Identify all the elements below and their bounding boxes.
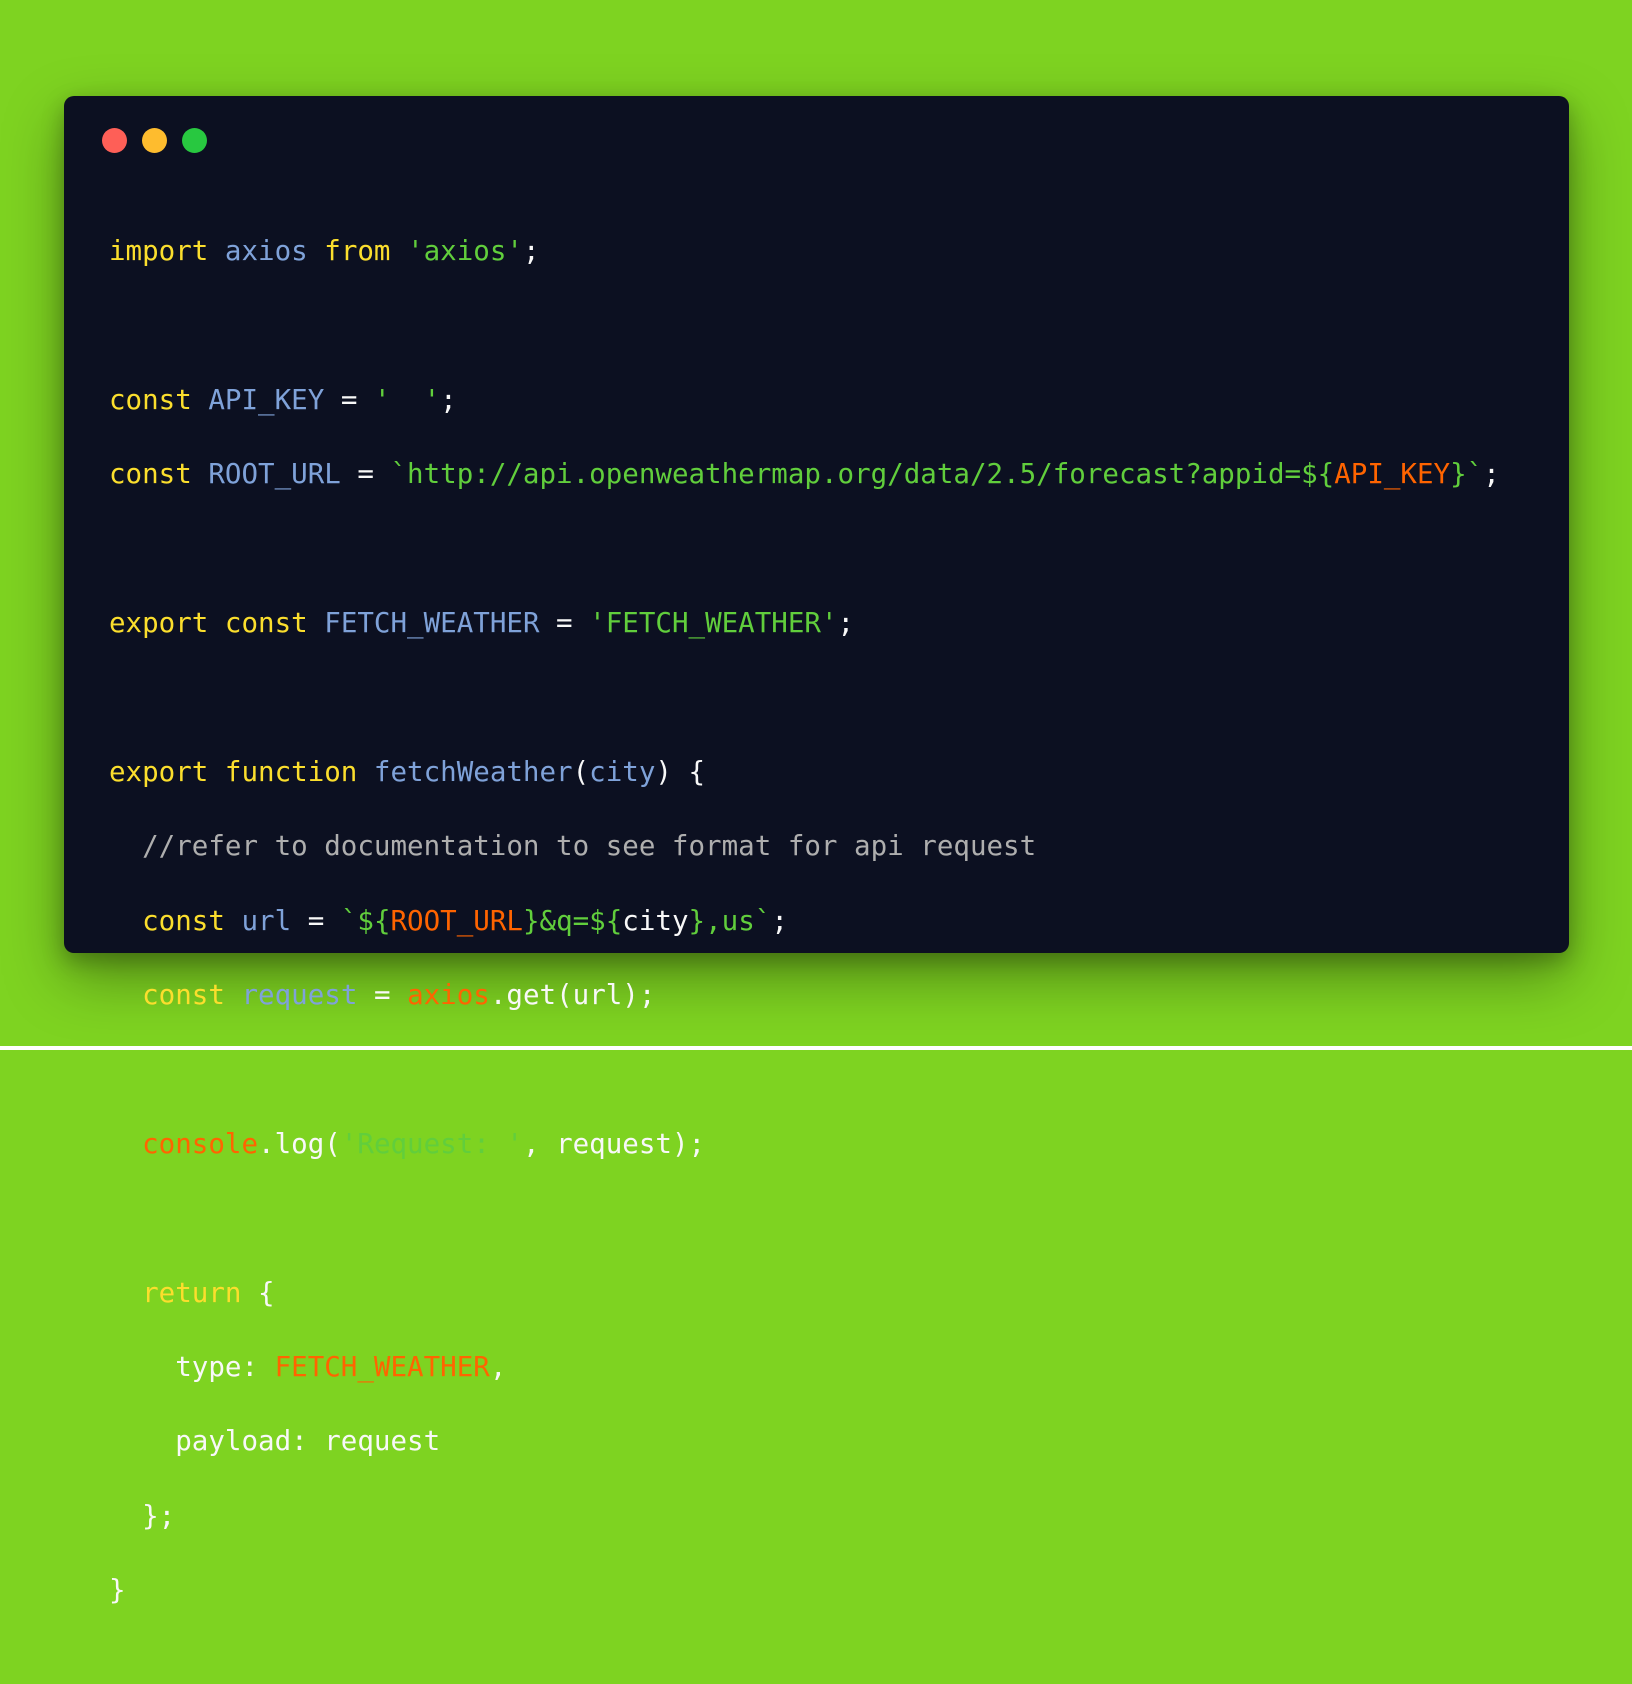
operator-token: =: [340, 458, 391, 491]
code-line-6: export const FETCH_WEATHER = 'FETCH_WEAT…: [109, 605, 1500, 642]
variable-token: API_KEY: [1334, 458, 1451, 491]
identifier-token: API_KEY: [208, 383, 325, 416]
code-line-19: }: [109, 1572, 1500, 1609]
function-name-token: fetchWeather: [373, 755, 573, 788]
variable-token: FETCH_WEATHER: [274, 1351, 490, 1384]
zoom-button[interactable]: [182, 128, 207, 153]
string-token: ' ': [373, 383, 441, 416]
punct-token: ;: [1483, 458, 1500, 491]
string-token: },us`: [688, 904, 772, 937]
string-token: }`: [1450, 458, 1484, 491]
punct-token: };: [142, 1499, 176, 1532]
keyword-token: const: [224, 607, 308, 640]
operator-token: =: [291, 904, 341, 937]
keyword-token: return: [142, 1276, 242, 1309]
identifier-token: request: [241, 979, 358, 1012]
keyword-token: function: [224, 755, 358, 788]
code-line-4: const ROOT_URL = `http://api.openweather…: [109, 456, 1500, 493]
keyword-token: const: [142, 904, 225, 937]
plain-token: , request);: [522, 1127, 706, 1160]
minimize-button[interactable]: [142, 128, 167, 153]
identifier-token: FETCH_WEATHER: [324, 607, 540, 640]
keyword-token: const: [109, 458, 192, 491]
punct-token: ;: [440, 383, 457, 416]
parameter-token: city: [589, 755, 656, 788]
property-key-token: payload:: [175, 1425, 325, 1458]
plain-token: request: [324, 1425, 441, 1458]
keyword-token: const: [109, 383, 192, 416]
punct-token: ;: [771, 904, 788, 937]
code-line-8: export function fetchWeather(city) {: [109, 754, 1500, 791]
code-line-11: const request = axios.get(url);: [109, 977, 1500, 1014]
string-token: }&q=${: [522, 904, 623, 937]
string-token: `${: [340, 904, 391, 937]
string-token: `http://api.openweathermap.org/data/2.5/…: [390, 458, 1335, 491]
string-token: 'axios': [407, 235, 523, 268]
code-line-10: const url = `${ROOT_URL}&q=${city},us`;: [109, 903, 1500, 940]
code-line-1: import axios from 'axios';: [109, 233, 1500, 270]
string-token: 'Request: ': [340, 1127, 523, 1160]
keyword-token: const: [142, 979, 225, 1012]
identifier-token: url: [241, 904, 292, 937]
variable-token: console: [142, 1127, 259, 1160]
punct-token: }: [109, 1574, 126, 1607]
code-line-15: return {: [109, 1275, 1500, 1312]
keyword-token: export: [109, 755, 209, 788]
operator-token: =: [324, 383, 374, 416]
comment-token: //refer to documentation to see format f…: [142, 830, 1037, 863]
code-block: import axios from 'axios'; const API_KEY…: [109, 196, 1500, 1684]
keyword-token: from: [324, 235, 391, 268]
close-button[interactable]: [102, 128, 127, 153]
code-line-3: const API_KEY = ' ';: [109, 382, 1500, 419]
operator-token: =: [357, 979, 408, 1012]
variable-token: ROOT_URL: [390, 904, 523, 937]
punct-token: ;: [522, 235, 540, 268]
plain-token: .get(url);: [489, 979, 656, 1012]
punct-token: ;: [837, 607, 855, 640]
punct-token: {: [241, 1276, 275, 1309]
variable-token: axios: [407, 979, 490, 1012]
identifier-token: ROOT_URL: [208, 458, 341, 491]
punct-token: ) {: [655, 755, 706, 788]
code-line-18: };: [109, 1498, 1500, 1535]
identifier-token: axios: [224, 235, 308, 268]
identifier-token: city: [622, 904, 689, 937]
keyword-token: export: [109, 607, 209, 640]
code-line-17: payload: request: [109, 1423, 1500, 1460]
plain-token: .log(: [258, 1127, 341, 1160]
keyword-token: import: [109, 235, 209, 268]
code-line-16: type: FETCH_WEATHER,: [109, 1349, 1500, 1386]
code-line-9: //refer to documentation to see format f…: [109, 828, 1500, 865]
operator-token: =: [539, 607, 590, 640]
punct-token: ,: [489, 1351, 507, 1384]
string-token: 'FETCH_WEATHER': [589, 607, 838, 640]
property-key-token: type:: [175, 1351, 275, 1384]
code-line-13: console.log('Request: ', request);: [109, 1126, 1500, 1163]
code-window: import axios from 'axios'; const API_KEY…: [64, 96, 1569, 1606]
punct-token: (: [572, 755, 590, 788]
